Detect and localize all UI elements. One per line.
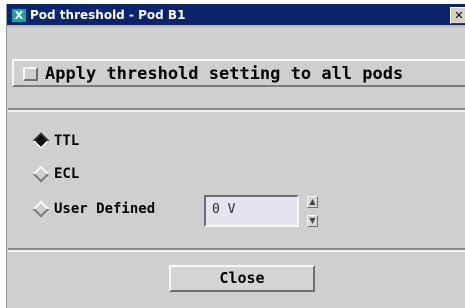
user-threshold-input[interactable]: 0 V [204, 195, 299, 227]
title-bar[interactable]: X Pod threshold - Pod B1 ✕ [7, 4, 465, 27]
divider [8, 110, 465, 112]
radio-user-defined-label[interactable]: User Defined [54, 201, 155, 217]
window-title: Pod threshold - Pod B1 [30, 8, 186, 22]
divider [8, 250, 465, 252]
spin-up-icon[interactable]: ▲ [307, 196, 318, 208]
apply-all-pods-label[interactable]: Apply threshold setting to all pods [45, 64, 403, 84]
close-window-icon[interactable]: ✕ [450, 7, 465, 24]
radio-ttl-label[interactable]: TTL [54, 133, 79, 149]
pod-threshold-dialog: X Pod threshold - Pod B1 ✕ [6, 4, 465, 308]
close-button[interactable]: Close [169, 265, 315, 292]
spin-down-icon[interactable]: ▼ [307, 215, 318, 227]
app-icon: X [12, 9, 26, 22]
apply-all-pods-checkbox[interactable] [23, 67, 38, 81]
radio-ecl-label[interactable]: ECL [54, 166, 79, 182]
